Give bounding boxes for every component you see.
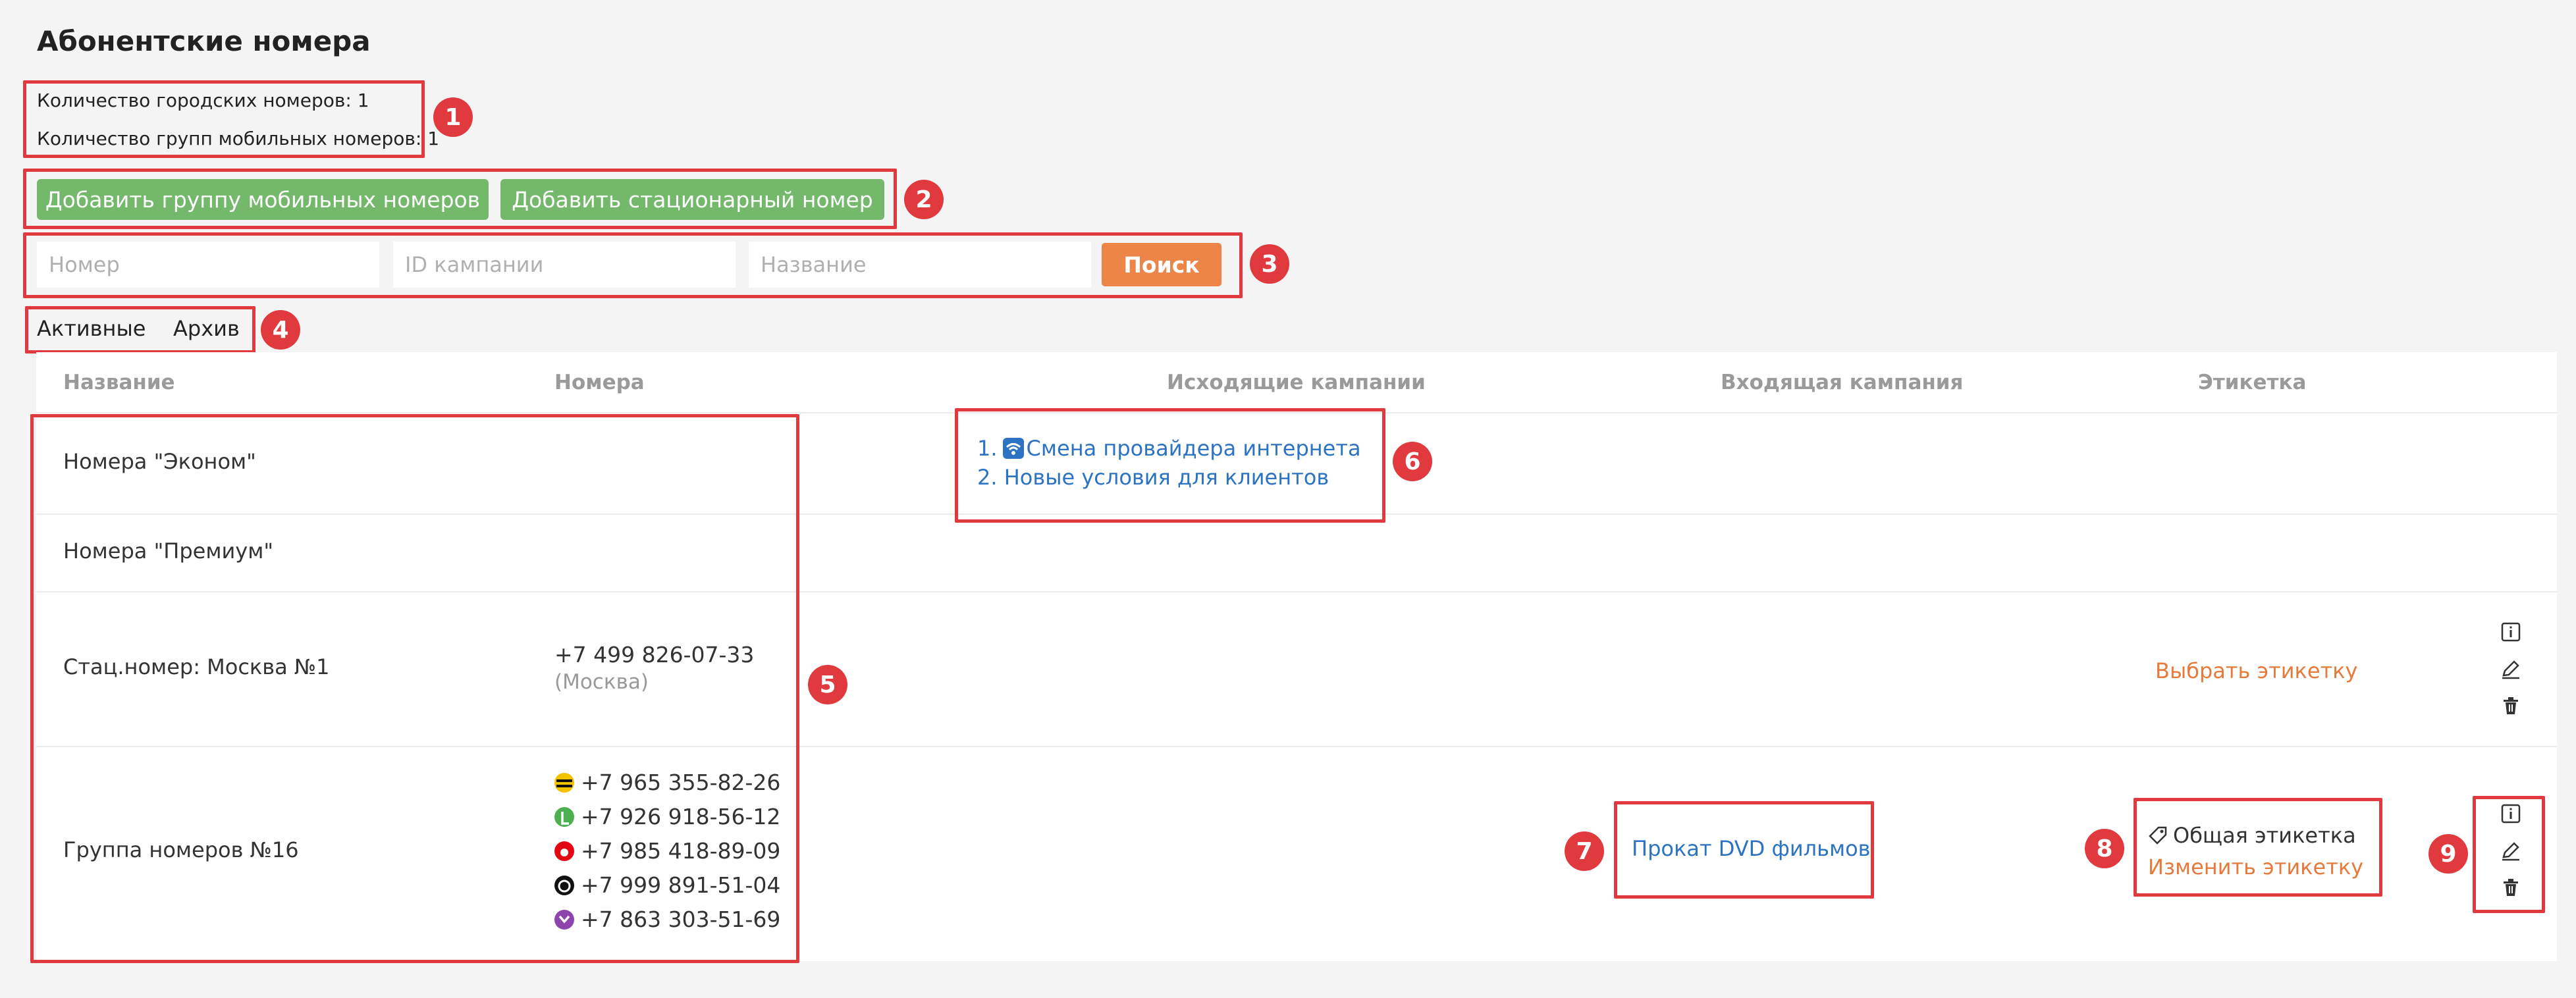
callout-box-3 xyxy=(23,232,1243,298)
callout-badge-6: 6 xyxy=(1393,442,1432,481)
column-header-incoming: Входящая кампания xyxy=(1721,371,1964,394)
callout-badge-2: 2 xyxy=(904,180,944,219)
callout-badge-1: 1 xyxy=(433,97,473,137)
callout-box-9 xyxy=(2473,796,2545,913)
column-header-name: Название xyxy=(63,371,175,394)
callout-badge-5: 5 xyxy=(808,665,847,704)
callout-box-1 xyxy=(23,80,425,158)
callout-box-4 xyxy=(25,306,255,354)
page-title: Абонентские номера xyxy=(37,25,371,57)
callout-box-6 xyxy=(955,408,1385,523)
callout-badge-7: 7 xyxy=(1565,831,1604,871)
callout-box-8 xyxy=(2133,798,2382,897)
column-header-outgoing: Исходящие кампании xyxy=(1167,371,1426,394)
info-icon[interactable] xyxy=(2498,619,2524,645)
callout-badge-9: 9 xyxy=(2428,834,2468,874)
column-header-label: Этикетка xyxy=(2198,371,2307,394)
choose-label-link[interactable]: Выбрать этикетку xyxy=(2155,658,2357,683)
delete-icon[interactable] xyxy=(2498,693,2524,719)
column-header-numbers: Номера xyxy=(554,371,645,394)
callout-badge-8: 8 xyxy=(2085,829,2124,868)
callout-badge-3: 3 xyxy=(1250,244,1289,284)
callout-box-5 xyxy=(30,414,799,963)
callout-box-2 xyxy=(23,169,897,229)
callout-box-7 xyxy=(1614,801,1874,899)
edit-icon[interactable] xyxy=(2498,656,2524,682)
callout-badge-4: 4 xyxy=(261,310,300,350)
